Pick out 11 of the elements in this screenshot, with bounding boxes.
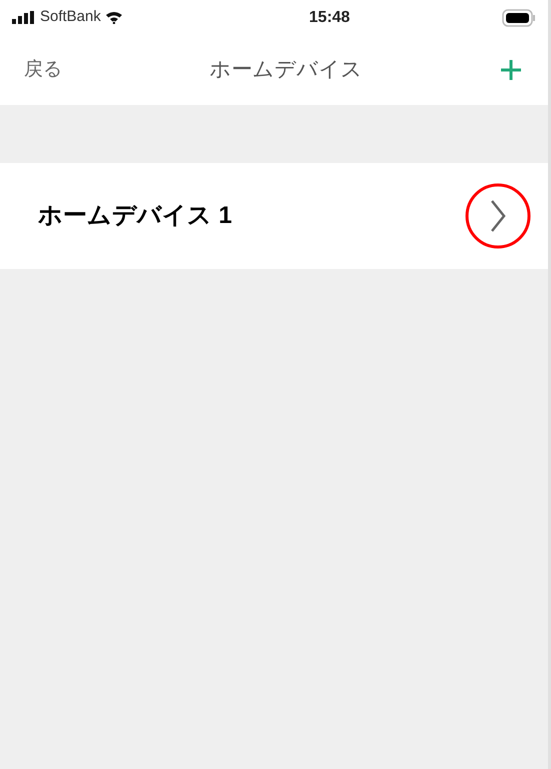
back-button[interactable]: 戻る [24,56,114,84]
page-title: ホームデバイス [208,57,364,84]
battery-icon [502,8,536,26]
device-name: ホームデバイス 1 [38,201,234,231]
status-time: 15:48 [308,8,351,28]
device-row[interactable]: ホームデバイス 1 [0,163,548,269]
signal-icon [12,11,36,24]
wifi-icon [104,11,123,24]
chevron-right-icon[interactable] [490,199,506,233]
add-button[interactable] [498,57,524,83]
carrier-name: SoftBank [40,7,101,28]
